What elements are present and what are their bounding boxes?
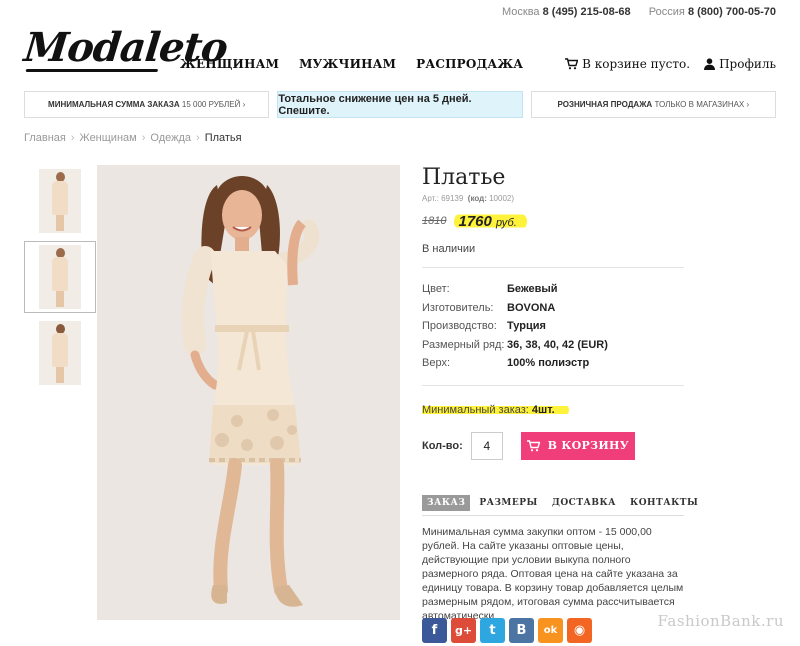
spec-key: Изготовитель: [422,301,494,314]
spec-row-material: Верх: 100% полиэстр [422,354,684,373]
add-to-cart-button[interactable]: В КОРЗИНУ [520,431,635,460]
spec-value: Бежевый [507,283,558,296]
spec-value: BOVONA [507,301,556,314]
product-title: Платье [422,165,506,190]
nav-women[interactable]: ЖЕНЩИНАМ [180,57,279,71]
google-plus-icon[interactable]: g+ [451,618,476,643]
crumb-separator: › [196,132,200,144]
nav-sale[interactable]: РАСПРОДАЖА [416,57,523,71]
top-contacts: Москва 8 (495) 215-08-68 Россия 8 (800) … [502,6,776,18]
code-label: (код: [467,194,487,203]
vk-icon[interactable]: B [509,618,534,643]
spec-row-color: Цвет: Бежевый [422,280,684,299]
tab-content: Минимальная сумма закупки оптом - 15 000… [422,526,684,622]
watermark: FashionBank.ru [657,612,784,630]
breadcrumb: Главная › Женщинам › Одежда › Платья [24,132,242,144]
profile-link[interactable]: Профиль [704,57,776,71]
thumbnail-side[interactable] [24,241,96,313]
crumb-clothes[interactable]: Одежда [150,132,191,144]
discount-banner[interactable]: Тотальное снижение цен на 5 дней. Спешит… [277,91,523,118]
crumb-separator: › [70,132,75,144]
banner-right-strong: РОЗНИЧНАЯ ПРОДАЖА [557,100,653,109]
info-tabs: ЗАКАЗ РАЗМЕРЫ ДОСТАВКА КОНТАКТЫ [422,495,703,511]
article-label: Арт.: [422,194,439,203]
quantity-input[interactable]: 4 [470,431,503,460]
spec-key: Размерный ряд: [422,338,505,351]
quantity-label: Кол-во: [422,439,463,452]
banner-left-strong: МИНИМАЛЬНАЯ СУММА ЗАКАЗА [48,100,180,109]
thumbnail-front[interactable] [24,165,96,237]
thumbnail-list [24,165,96,393]
spec-value: 36, 38, 40, 42 (EUR) [507,338,608,351]
spec-row-maker: Изготовитель: BOVONA [422,299,684,318]
moscow-phone[interactable]: 8 (495) 215-08-68 [543,6,631,18]
min-order-note: Минимальный заказ: 4шт. [422,403,569,416]
currency: руб. [496,216,517,229]
add-to-cart-label: В КОРЗИНУ [547,439,629,452]
crumb-women[interactable]: Женщинам [80,132,137,144]
banner-left-rest: 15 000 рублей › [181,100,246,109]
banner-right-rest: ТОЛЬКО В МАГАЗИНАХ › [654,100,750,109]
new-price: 1760 руб. [454,212,527,230]
nav-men[interactable]: МУЖЧИНАМ [299,57,396,71]
spec-key: Верх: [422,357,451,370]
profile-label: Профиль [719,57,776,71]
russia-label: Россия [648,6,685,18]
article-number: 69139 [441,194,464,203]
retail-banner[interactable]: РОЗНИЧНАЯ ПРОДАЖА ТОЛЬКО В МАГАЗИНАХ › [530,91,776,118]
spec-value: Турция [507,320,546,333]
spec-list: Цвет: Бежевый Изготовитель: BOVONA Произво… [422,280,684,373]
model-illustration [97,165,400,620]
user-icon [704,58,716,70]
spec-key: Производство: [422,320,497,333]
new-price-value: 1760 [458,212,492,230]
facebook-icon[interactable]: f [422,618,447,643]
min-order-banner[interactable]: МИНИМАЛЬНАЯ СУММА ЗАКАЗА 15 000 рублей › [24,91,270,118]
cart-label: В корзине пусто. [582,57,691,71]
quantity-row: Кол-во: 4 В КОРЗИНУ [422,431,684,460]
stock-status: В наличии [422,243,476,255]
tab-delivery[interactable]: ДОСТАВКА [547,495,621,511]
tab-contacts[interactable]: КОНТАКТЫ [625,495,703,511]
user-nav: В корзине пусто. Профиль [565,57,776,71]
spec-value: 100% полиэстр [507,357,590,370]
divider [422,267,684,268]
main-nav: ЖЕНЩИНАМ МУЖЧИНАМ РАСПРОДАЖА [180,57,523,71]
tab-order[interactable]: ЗАКАЗ [422,495,471,511]
spec-row-sizes: Размерный ряд: 36, 38, 40, 42 (EUR) [422,336,684,355]
price-block: 1810 1760 руб. [422,209,684,233]
promo-banners: МИНИМАЛЬНАЯ СУММА ЗАКАЗА 15 000 рублей ›… [24,91,776,118]
social-share: f g+ t B ok ◉ [422,618,592,643]
product-info: Платье Арт.: 69139 (код: 10002) 1810 176… [422,165,684,460]
product-photo[interactable] [97,165,400,620]
crumb-home[interactable]: Главная [24,132,66,144]
crumb-separator: › [141,132,146,144]
code-number: 10002) [489,194,515,203]
spec-row-origin: Производство: Турция [422,317,684,336]
odnoklassniki-icon[interactable]: ok [538,618,563,643]
thumbnail-back[interactable] [24,317,96,389]
cart-icon [526,439,540,451]
moscow-label: Москва [501,6,540,18]
twitter-icon[interactable]: t [480,618,505,643]
site-logo[interactable]: Modaleto [21,24,230,76]
crumb-current: Платья [204,132,242,144]
min-order-label: Минимальный заказ: [422,403,529,416]
old-price: 1810 [422,215,447,227]
rss-icon[interactable]: ◉ [567,618,592,643]
product-article: Арт.: 69139 (код: 10002) [422,194,684,203]
cart-link[interactable]: В корзине пусто. [565,57,690,71]
russia-phone[interactable]: 8 (800) 700-05-70 [688,6,776,18]
tab-sizes[interactable]: РАЗМЕРЫ [474,495,543,511]
cart-icon [565,58,579,70]
divider [422,384,684,386]
tab-divider [422,515,684,516]
min-order-value: 4шт. [531,403,555,416]
spec-key: Цвет: [422,283,450,296]
